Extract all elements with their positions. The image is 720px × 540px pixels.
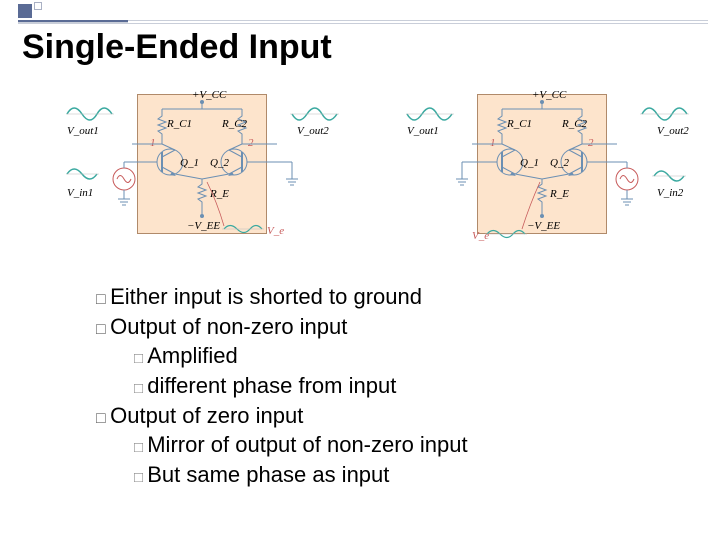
label-rc1: R_C1 xyxy=(166,118,192,130)
label-rc2: R_C2 xyxy=(221,118,248,130)
bullet-sub-item: But same phase as input xyxy=(134,460,690,490)
label-re: R_E xyxy=(209,188,229,200)
label-ve-l: V_e xyxy=(267,225,284,237)
circuit-svg-right: +V_CC R_C1 1 R_C2 2 Q_1 Q_2 xyxy=(402,84,712,259)
label-vee-r: −V_EE xyxy=(527,220,560,232)
label-vin1: V_in1 xyxy=(67,187,93,199)
bullet-text: Amplified xyxy=(147,343,237,368)
label-q1: Q_1 xyxy=(180,157,199,169)
page-title: Single-Ended Input xyxy=(22,28,332,67)
slide-header-decoration xyxy=(0,0,720,22)
bullet-sub-item: Mirror of output of non-zero input xyxy=(134,430,690,460)
label-q2: Q_2 xyxy=(210,157,229,169)
label-vout2-l: V_out2 xyxy=(297,125,329,137)
bullet-item: Either input is shorted to ground xyxy=(96,282,690,312)
label-ve-r: V_e xyxy=(472,230,489,242)
label-vout1-r: V_out1 xyxy=(407,125,439,137)
label-rc1-r: R_C1 xyxy=(506,118,532,130)
bullet-sub-item: different phase from input xyxy=(134,371,690,401)
label-node2: 2 xyxy=(248,137,254,149)
bullet-item: Output of non-zero input xyxy=(96,312,690,342)
decor-square-outline xyxy=(34,2,42,10)
label-vcc: +V_CC xyxy=(192,89,227,101)
label-vout2-r: V_out2 xyxy=(657,125,689,137)
bullet-text: Either input is shorted to ground xyxy=(110,284,422,309)
bullet-text: Output of zero input xyxy=(110,403,303,428)
bullet-sub-item: Amplified xyxy=(134,341,690,371)
label-node2-r: 2 xyxy=(588,137,594,149)
label-vcc-r: +V_CC xyxy=(532,89,567,101)
label-node1-r: 1 xyxy=(490,137,496,149)
label-re-r: R_E xyxy=(549,188,569,200)
label-rc2-r: R_C2 xyxy=(561,118,588,130)
decor-line-accent xyxy=(18,20,128,24)
bullet-text: Mirror of output of non-zero input xyxy=(147,432,467,457)
label-vout1-l: V_out1 xyxy=(67,125,99,137)
diagram-right: +V_CC R_C1 1 R_C2 2 Q_1 Q_2 xyxy=(402,84,692,254)
label-vin2: V_in2 xyxy=(657,187,684,199)
circuit-svg-left: +V_CC R_C1 1 R_C2 2 Q_1 Q_2 xyxy=(62,84,352,259)
label-q1-r: Q_1 xyxy=(520,157,539,169)
diagram-left: +V_CC R_C1 1 R_C2 2 Q_1 Q_2 xyxy=(62,84,352,254)
bullet-item: Output of zero input xyxy=(96,401,690,431)
decor-square-filled xyxy=(18,4,32,18)
bullet-text: different phase from input xyxy=(147,373,396,398)
label-node1: 1 xyxy=(150,137,156,149)
label-vee: −V_EE xyxy=(187,220,220,232)
circuit-diagrams: +V_CC R_C1 1 R_C2 2 Q_1 Q_2 xyxy=(62,84,700,264)
label-q2-r: Q_2 xyxy=(550,157,569,169)
bullet-text: But same phase as input xyxy=(147,462,389,487)
bullet-text: Output of non-zero input xyxy=(110,314,347,339)
decor-line-light xyxy=(128,20,708,24)
bullet-list: Either input is shorted to ground Output… xyxy=(96,282,690,490)
